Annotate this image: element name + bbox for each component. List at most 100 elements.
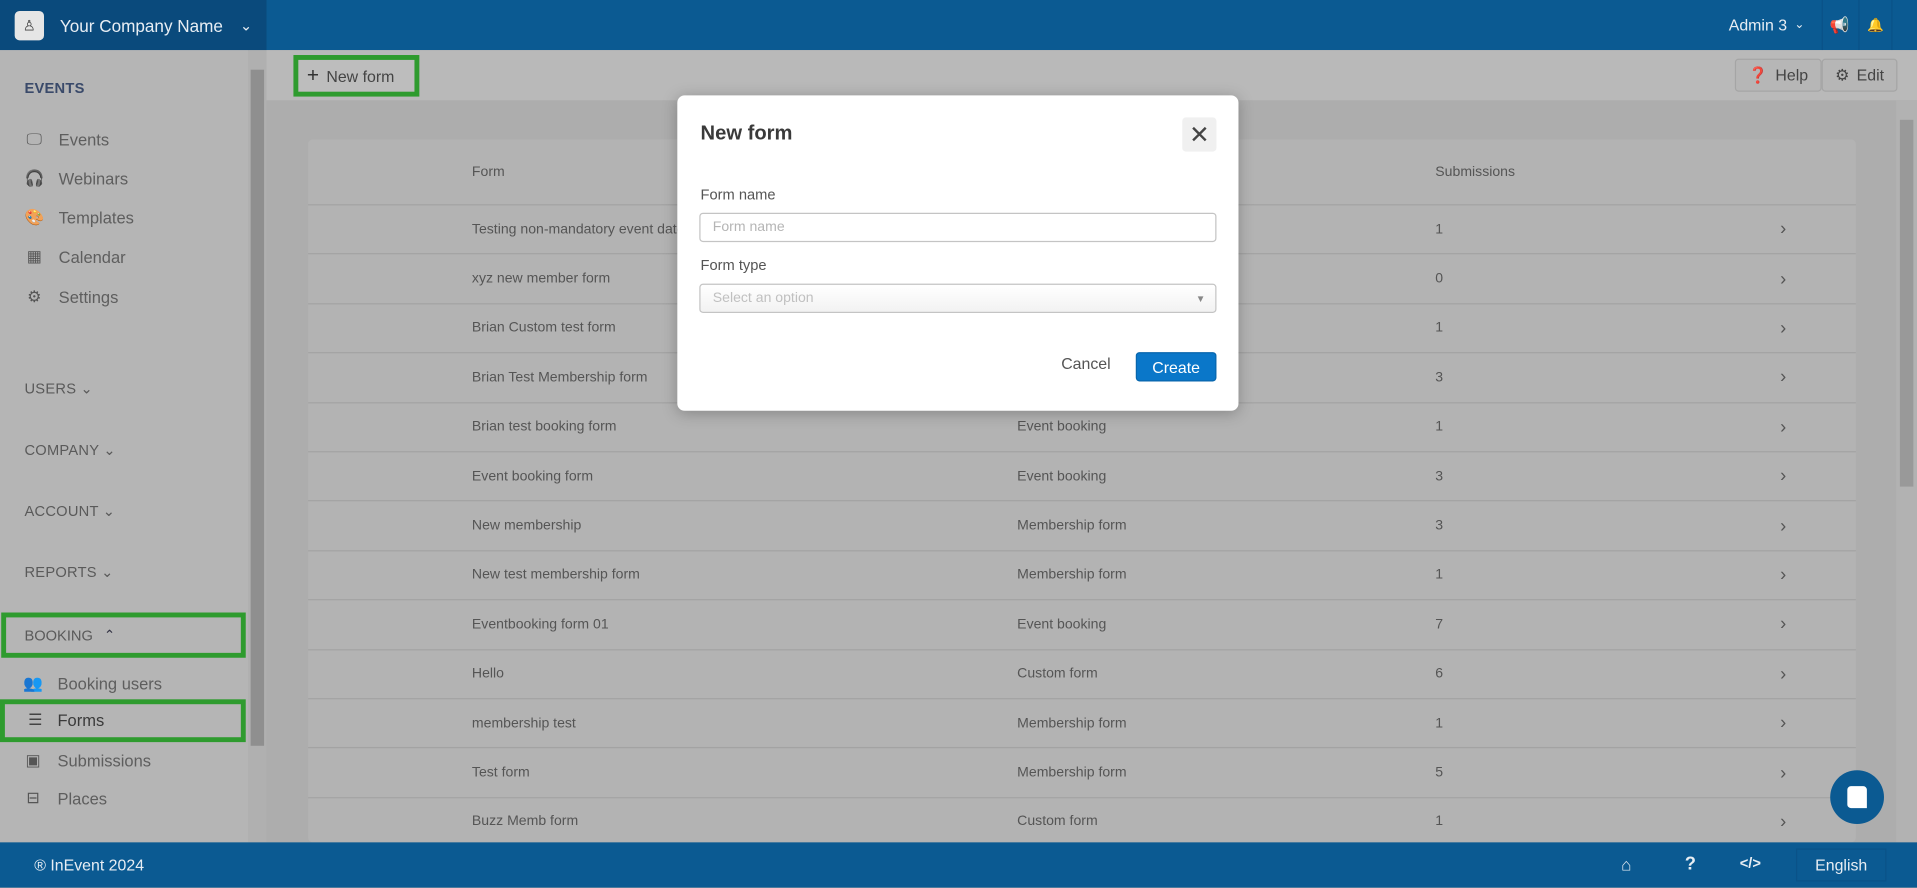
chevron-down-icon: ⌄ <box>1794 18 1805 32</box>
form-name-label: Form name <box>700 185 776 203</box>
main-scrollbar[interactable] <box>1896 100 1917 843</box>
submissions-cell: 0 <box>1435 271 1444 287</box>
form-type-cell: Membership form <box>1017 518 1127 534</box>
sidebar-item-forms[interactable]: ☰ Forms <box>0 699 246 743</box>
form-name-cell: Brian test booking form <box>471 419 617 435</box>
chevron-right-icon[interactable]: › <box>1780 565 1786 586</box>
language-selector[interactable]: English <box>1795 848 1887 882</box>
form-name-cell: Eventbooking form 01 <box>471 617 609 632</box>
chevron-right-icon[interactable]: › <box>1780 466 1786 487</box>
sidebar: EVENTS 🖵 Events 🎧 Webinars 🎨 Templates ▦ Cal… <box>0 50 249 843</box>
table-row[interactable]: Event booking form Event booking 3 › <box>308 451 1856 500</box>
submissions-cell: 5 <box>1435 765 1444 781</box>
palette-icon: 🎨 <box>24 207 45 227</box>
chevron-right-icon[interactable]: › <box>1780 268 1786 289</box>
chevron-right-icon[interactable]: › <box>1780 515 1786 536</box>
sidebar-section-reports[interactable]: REPORTS ⌄ <box>24 564 113 581</box>
user-name: Admin 3 <box>1728 15 1788 35</box>
table-row[interactable]: membership test Membership form 1 › <box>308 698 1856 747</box>
presentation-icon: 🖵 <box>26 129 42 148</box>
sidebar-item-calendar[interactable]: ▦ Calendar <box>24 242 126 271</box>
form-type-cell: Event booking <box>1017 469 1107 484</box>
submissions-cell: 1 <box>1435 567 1444 583</box>
code-icon[interactable]: </> <box>1740 855 1761 872</box>
sidebar-item-booking-users[interactable]: 👥 Booking users <box>23 669 162 698</box>
form-type-cell: Custom form <box>1017 814 1098 830</box>
sidebar-item-places[interactable]: ⊟ Places <box>23 784 107 813</box>
form-type-label: Form type <box>700 256 767 274</box>
company-switcher[interactable]: ♙ Your Company Name ⌄ <box>0 0 267 51</box>
edit-button[interactable]: ⚙ Edit <box>1821 58 1898 92</box>
chevron-right-icon[interactable]: › <box>1780 614 1786 635</box>
user-menu[interactable]: Admin 3 ⌄ <box>1729 0 1805 50</box>
form-name-cell: New test membership form <box>471 567 640 583</box>
form-name-cell: Test form <box>471 765 530 781</box>
calendar-icon: ▦ <box>26 246 42 266</box>
table-row[interactable]: Buzz Memb form Custom form 1 › <box>308 796 1856 846</box>
submissions-cell: 1 <box>1435 320 1444 336</box>
sidebar-section-users[interactable]: USERS ⌄ <box>24 380 93 397</box>
form-name-input[interactable] <box>699 212 1217 243</box>
chat-button[interactable] <box>1830 770 1884 825</box>
copyright: ® InEvent 2024 <box>34 855 145 875</box>
chevron-right-icon[interactable]: › <box>1780 762 1786 783</box>
users-icon: 👥 <box>23 673 44 692</box>
chevron-right-icon[interactable]: › <box>1780 664 1786 685</box>
bell-icon[interactable]: 🔔 <box>1858 0 1893 51</box>
main-scrollbar-thumb[interactable] <box>1899 119 1914 487</box>
submissions-cell: 6 <box>1435 666 1444 682</box>
form-type-cell: Custom form <box>1017 666 1098 682</box>
sidebar-item-submissions[interactable]: ▣ Submissions <box>23 746 151 775</box>
chevron-right-icon[interactable]: › <box>1780 417 1786 438</box>
form-name-cell: Brian Test Membership form <box>471 370 648 385</box>
chevron-right-icon[interactable]: › <box>1780 713 1786 734</box>
table-row[interactable]: Test form Membership form 5 › <box>308 747 1856 796</box>
form-name-cell: xyz new member form <box>471 271 611 287</box>
chevron-up-icon: ⌃ <box>103 628 116 644</box>
chevron-down-icon: ⌄ <box>101 563 114 581</box>
close-button[interactable]: ✕ <box>1182 117 1217 152</box>
list-icon: ☰ <box>28 710 43 729</box>
table-row[interactable]: Eventbooking form 01 Event booking 7 › <box>308 599 1856 648</box>
chevron-down-icon: ⌄ <box>102 502 116 520</box>
sidebar-section-account[interactable]: ACCOUNT ⌄ <box>24 502 115 519</box>
chevron-down-icon: ⌄ <box>240 16 253 34</box>
caret-down-icon: ▼ <box>1195 292 1206 304</box>
gear-icon: ⚙ <box>1835 65 1850 84</box>
cancel-button[interactable]: Cancel <box>1061 355 1110 373</box>
table-row[interactable]: Hello Custom form 6 › <box>308 648 1856 698</box>
sidebar-item-settings[interactable]: ⚙ Settings <box>24 282 118 311</box>
help-button[interactable]: ❓ Help <box>1734 58 1822 92</box>
sidebar-item-templates[interactable]: 🎨 Templates <box>24 203 133 232</box>
footer: ® InEvent 2024 ⌂ ? </> English <box>0 842 1917 888</box>
close-icon: ✕ <box>1189 121 1210 149</box>
form-type-cell: Event booking <box>1017 617 1107 632</box>
submissions-cell: 3 <box>1435 469 1444 484</box>
form-name-cell: Brian Custom test form <box>471 320 616 336</box>
submissions-cell: 3 <box>1435 518 1444 534</box>
home-icon[interactable]: ⌂ <box>1621 855 1631 875</box>
form-name-cell: Event booking form <box>471 469 594 484</box>
sidebar-item-webinars[interactable]: 🎧 Webinars <box>24 164 128 193</box>
chevron-right-icon[interactable]: › <box>1780 219 1786 240</box>
form-name-cell: Hello <box>471 666 504 682</box>
contact-book-icon: ▣ <box>25 750 41 770</box>
chevron-right-icon[interactable]: › <box>1780 318 1786 339</box>
form-name-cell: New membership <box>471 518 582 534</box>
chevron-right-icon[interactable]: › <box>1780 367 1786 388</box>
sidebar-scrollbar-thumb[interactable] <box>250 69 265 746</box>
form-name-cell: membership test <box>471 716 576 731</box>
form-type-select[interactable]: Select an option ▼ <box>699 283 1217 313</box>
create-button[interactable]: Create <box>1135 352 1217 382</box>
chat-icon <box>1847 786 1867 809</box>
sidebar-section-booking[interactable]: BOOKING ⌃ <box>1 612 246 658</box>
new-form-button[interactable]: + New form <box>293 55 420 97</box>
form-name-cell: Testing non-mandatory event date <box>471 222 685 237</box>
megaphone-icon[interactable]: 📢 <box>1821 0 1856 51</box>
table-row[interactable]: New membership Membership form 3 › <box>308 500 1856 550</box>
chevron-right-icon[interactable]: › <box>1780 812 1786 833</box>
sidebar-section-company[interactable]: COMPANY ⌄ <box>24 441 115 458</box>
sidebar-item-events[interactable]: 🖵 Events <box>24 125 110 154</box>
help-icon[interactable]: ? <box>1685 853 1696 874</box>
table-row[interactable]: New test membership form Membership form 1… <box>308 549 1856 599</box>
